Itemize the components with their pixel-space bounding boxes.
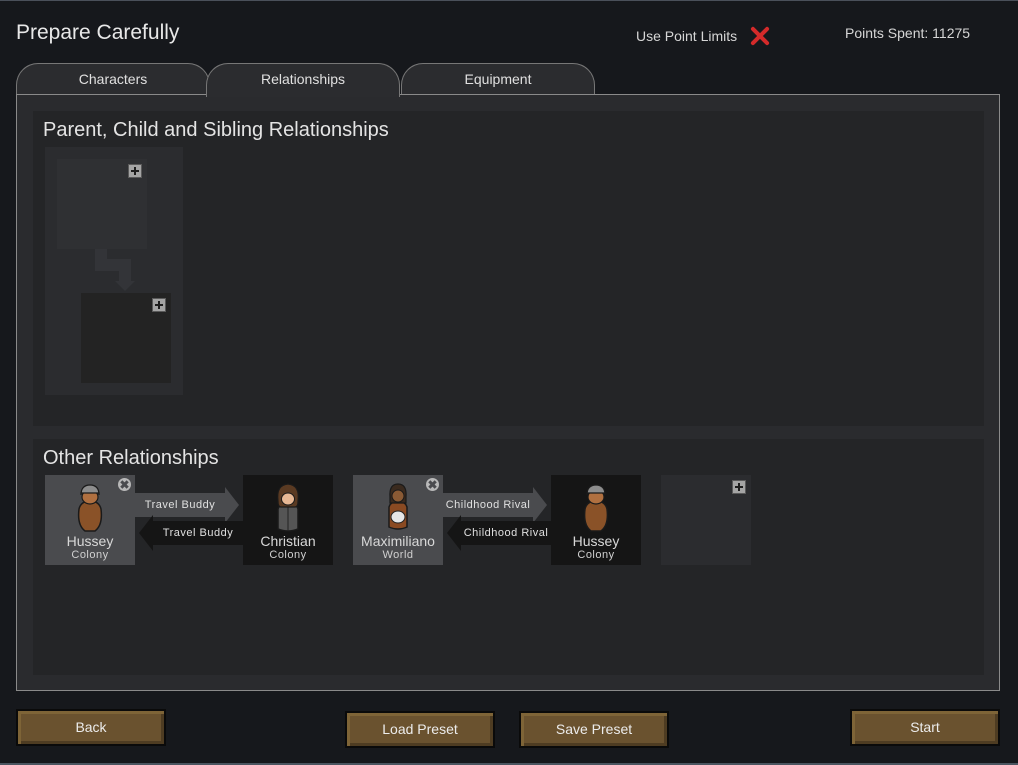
parent-child-sibling-section: Parent, Child and Sibling Relationships [33, 111, 984, 426]
tab-relationships[interactable]: Relationships [206, 63, 400, 97]
pawn-origin: Colony [269, 549, 307, 561]
pawn-card-source[interactable]: Hussey Colony [45, 475, 135, 565]
relationship-arrow-reverse: Travel Buddy [139, 515, 243, 551]
other-relationships-section: Other Relationships Hussey Colony Travel… [33, 439, 984, 675]
start-button[interactable]: Start [850, 709, 1000, 746]
pawn-name: Maximiliano [361, 533, 435, 549]
back-button[interactable]: Back [16, 709, 166, 746]
use-point-limits-toggle[interactable]: Use Point Limits [636, 25, 771, 47]
section-title: Other Relationships [43, 447, 219, 469]
parent-slot [57, 159, 147, 249]
down-arrow-icon [115, 281, 135, 291]
pawn-portrait-icon [388, 483, 408, 530]
arrow-right-icon [225, 487, 239, 523]
section-title: Parent, Child and Sibling Relationships [43, 119, 389, 141]
red-x-icon[interactable] [749, 25, 771, 47]
pawn-portrait-icon [583, 484, 609, 532]
relationship-label: Childhood Rival [443, 493, 533, 517]
relationship-label: Travel Buddy [135, 493, 225, 517]
pawn-name: Hussey [66, 533, 114, 549]
points-spent-label: Points Spent: 11275 [845, 25, 971, 41]
remove-relationship-icon[interactable] [426, 478, 439, 491]
relationship-arrow-forward: Travel Buddy [135, 487, 239, 523]
pawn-origin: Colony [577, 549, 615, 561]
load-preset-button[interactable]: Load Preset [345, 711, 495, 748]
pawn-card-target[interactable]: Hussey Colony [551, 475, 641, 565]
tree-connector [119, 259, 131, 281]
relationship-arrow-reverse: Childhood Rival [447, 515, 551, 551]
arrow-left-icon [139, 515, 153, 551]
use-point-limits-label: Use Point Limits [636, 28, 738, 44]
arrow-right-icon [533, 487, 547, 523]
plus-icon[interactable] [128, 164, 142, 178]
pawn-origin: World [382, 549, 414, 561]
family-tree-group [45, 147, 183, 395]
pawn-name: Hussey [572, 533, 620, 549]
pawn-name: Christian [260, 533, 316, 549]
relationship-label: Childhood Rival [461, 521, 551, 545]
pawn-card-target[interactable]: Christian Colony [243, 475, 333, 565]
plus-icon[interactable] [732, 480, 746, 494]
tab-characters[interactable]: Characters [16, 63, 210, 95]
tab-equipment[interactable]: Equipment [401, 63, 595, 95]
remove-relationship-icon[interactable] [118, 478, 131, 491]
pawn-origin: Colony [71, 549, 109, 561]
relationships-panel: Parent, Child and Sibling Relationships … [16, 94, 1000, 691]
pawn-portrait-icon [277, 483, 299, 532]
arrow-left-icon [447, 515, 461, 551]
child-slot [81, 293, 171, 383]
relationship-arrow-forward: Childhood Rival [443, 487, 547, 523]
page-title: Prepare Carefully [16, 21, 180, 44]
pawn-card-source[interactable]: Maximiliano World [353, 475, 443, 565]
add-relationship-slot [661, 475, 751, 565]
pawn-portrait-icon [77, 484, 103, 532]
plus-icon[interactable] [152, 298, 166, 312]
save-preset-button[interactable]: Save Preset [519, 711, 669, 748]
relationship-label: Travel Buddy [153, 521, 243, 545]
